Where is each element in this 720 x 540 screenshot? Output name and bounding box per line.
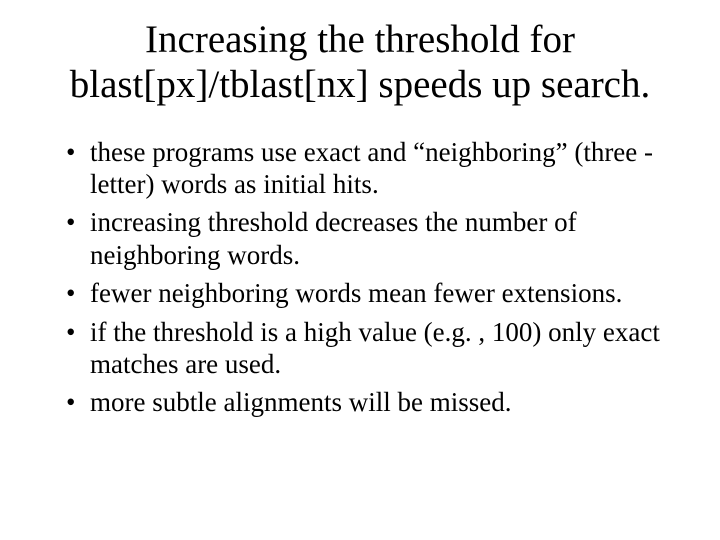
list-item: if the threshold is a high value (e.g. ,… [66, 316, 680, 381]
bullet-list: these programs use exact and “neighborin… [40, 136, 680, 419]
list-item: fewer neighboring words mean fewer exten… [66, 277, 680, 309]
slide: Increasing the threshold for blast[px]/t… [0, 0, 720, 540]
list-item: these programs use exact and “neighborin… [66, 136, 680, 201]
list-item: increasing threshold decreases the numbe… [66, 206, 680, 271]
list-item: more subtle alignments will be missed. [66, 386, 680, 418]
slide-title: Increasing the threshold for blast[px]/t… [40, 18, 680, 108]
